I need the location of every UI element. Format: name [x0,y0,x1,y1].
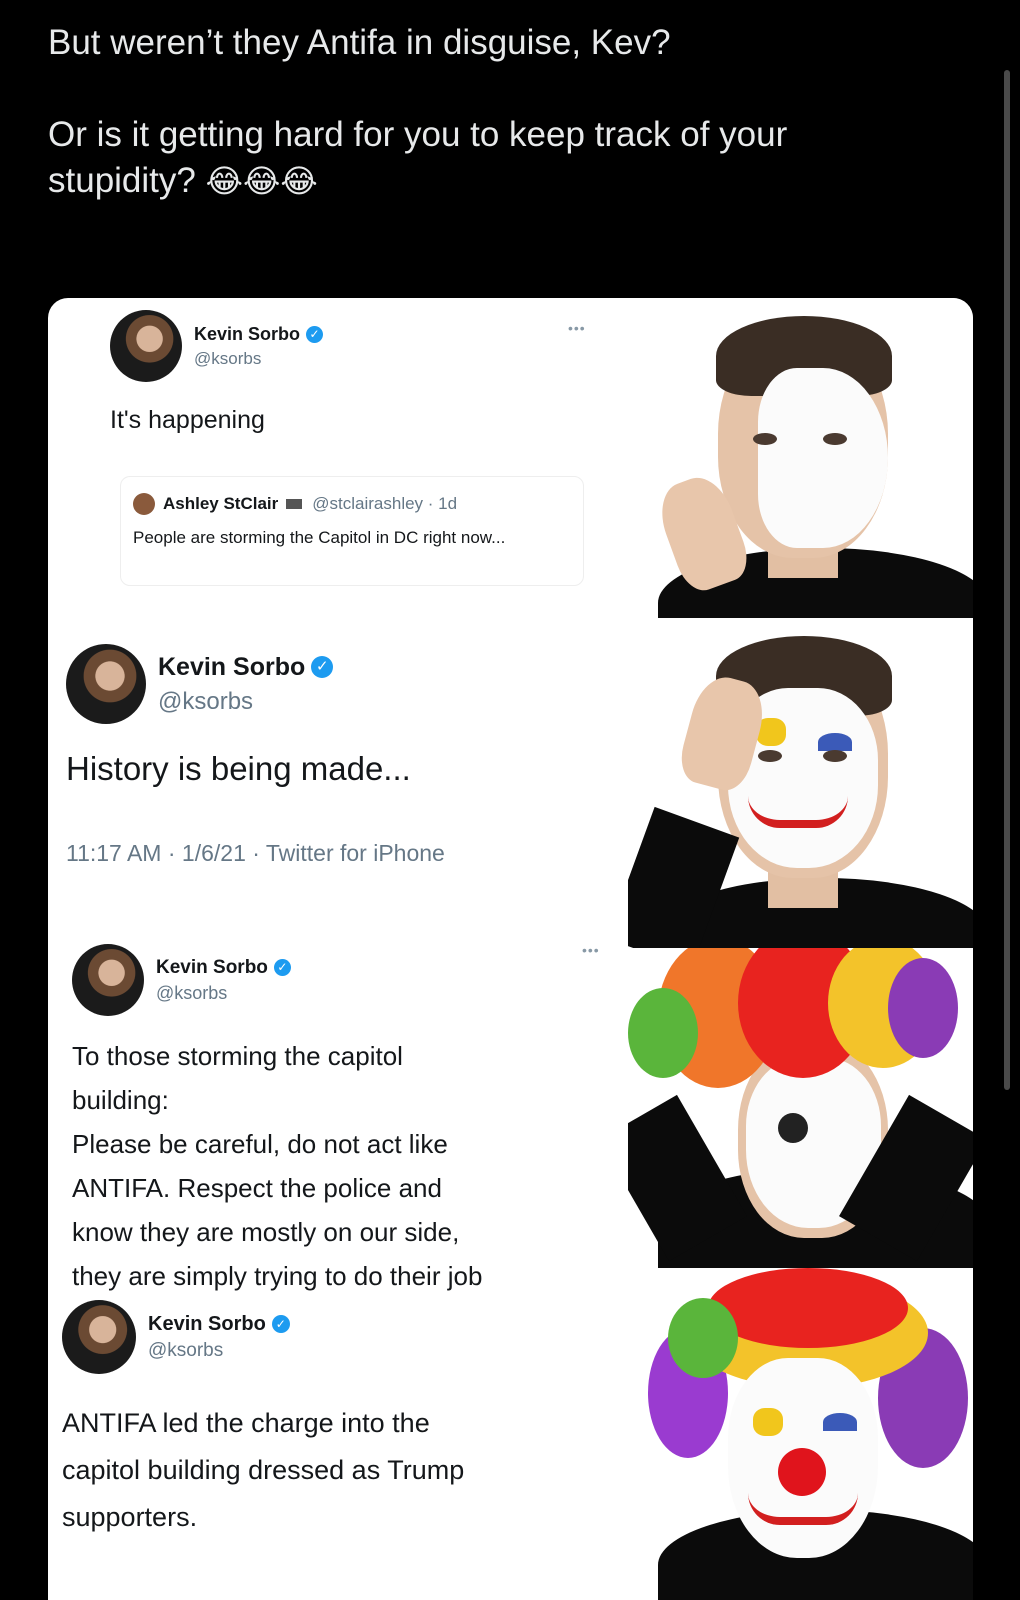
tweet-text: ANTIFA led the charge into the capitol b… [62,1400,464,1541]
tweet-text-line: building: [72,1085,169,1115]
tweet-text: It's happening [110,406,265,434]
quoted-tweet[interactable]: Ashley StClair @stclairashley · 1d Peopl… [120,476,584,586]
tweet-text-line: ANTIFA led the charge into the [62,1408,430,1438]
flag-icon [286,499,303,509]
tweet-text-line: capitol building dressed as Trump [62,1455,465,1485]
tweet-text-line: know they are mostly on our side, [72,1217,460,1247]
meme-image[interactable]: Kevin Sorbo ✓ @ksorbs ••• It's happening… [48,298,973,1600]
quoted-author-name: Ashley StClair [163,494,279,513]
verified-badge-icon: ✓ [271,1315,290,1333]
tweet-2: Kevin Sorbo ✓ @ksorbs History is being m… [48,618,628,948]
meme-panel-1: Kevin Sorbo ✓ @ksorbs ••• It's happening… [48,298,973,618]
verified-badge-icon: ✓ [311,656,334,678]
laughing-emoji-icons: 😂😂😂 [205,163,318,199]
author-handle: @ksorbs [148,1339,224,1361]
avatar [110,310,182,382]
tweet-3: Kevin Sorbo ✓ @ksorbs ••• To those storm… [48,942,628,1291]
post-line-3: stupidity? 😂😂😂 [48,158,968,204]
verified-badge-icon: ✓ [273,959,291,976]
meme-panel-3: Kevin Sorbo ✓ @ksorbs ••• To those storm… [48,942,973,1291]
quoted-tweet-text: People are storming the Capitol in DC ri… [133,528,506,547]
post-text: But weren’t they Antifa in disguise, Kev… [48,20,968,204]
author-handle: @ksorbs [156,982,228,1003]
full-clown-face [628,1268,973,1600]
author-handle: @ksorbs [194,348,262,368]
quoted-avatar [133,493,155,515]
tweet-2-header: Kevin Sorbo ✓ @ksorbs [66,644,334,724]
more-options-icon[interactable]: ••• [582,942,600,958]
tweet-3-header: Kevin Sorbo ✓ @ksorbs [72,944,291,1016]
scrollbar[interactable] [1004,70,1010,1090]
man-putting-on-clown-wig-face [628,948,973,1268]
author-name: Kevin Sorbo [148,1312,266,1335]
tweet-4: Kevin Sorbo ✓ @ksorbs ANTIFA led the cha… [48,1268,628,1600]
tweet-text: To those storming the capitol building: … [72,1034,482,1298]
tweet-text-line: ANTIFA. Respect the police and [72,1173,442,1203]
tweet-timestamp: 11:17 AM · 1/6/21 · Twitter for iPhone [66,840,445,866]
tweet-text-line: Please be careful, do not act like [72,1129,448,1159]
avatar [62,1300,136,1374]
author-handle: @ksorbs [158,687,254,715]
author-name: Kevin Sorbo [158,652,306,681]
tweet-1-header: Kevin Sorbo ✓ @ksorbs [110,310,324,382]
author-name: Kevin Sorbo [156,956,268,978]
post-line-2: Or is it getting hard for you to keep tr… [48,115,788,154]
post-line-1: But weren’t they Antifa in disguise, Kev… [48,23,671,62]
tweet-4-header: Kevin Sorbo ✓ @ksorbs [62,1300,290,1374]
tweet-1: Kevin Sorbo ✓ @ksorbs ••• It's happening… [48,298,628,618]
verified-badge-icon: ✓ [306,325,324,343]
quoted-author-handle: @stclairashley · 1d [312,494,458,513]
avatar [66,644,146,724]
author-name: Kevin Sorbo [194,323,301,344]
avatar [72,944,144,1016]
tweet-text: History is being made... [66,750,411,787]
meme-panel-4: Kevin Sorbo ✓ @ksorbs ANTIFA led the cha… [48,1268,973,1600]
man-plain-white-paint-face [628,298,973,618]
more-options-icon[interactable]: ••• [568,320,586,336]
post-line-3-text: stupidity? [48,161,196,200]
tweet-text-line: supporters. [62,1502,198,1532]
tweet-text-line: To those storming the capitol [72,1041,403,1071]
man-clown-makeup-started-face [628,618,973,948]
meme-panel-2: Kevin Sorbo ✓ @ksorbs History is being m… [48,618,973,948]
